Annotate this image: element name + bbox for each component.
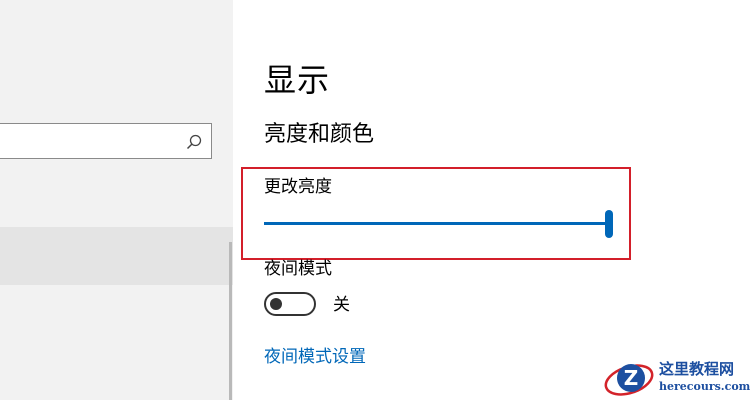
slider-fill — [264, 222, 609, 225]
night-light-settings-link[interactable]: 夜间模式设置 — [264, 345, 366, 369]
page-title: 显示 — [264, 61, 331, 99]
night-light-toggle[interactable] — [264, 292, 316, 316]
watermark-logo-icon: Z — [604, 364, 654, 396]
brightness-label: 更改亮度 — [264, 177, 332, 197]
sidebar-item-selected[interactable] — [0, 227, 233, 285]
svg-text:Z: Z — [624, 366, 639, 390]
search-input[interactable] — [7, 129, 171, 155]
toggle-knob — [270, 298, 282, 310]
search-box[interactable] — [0, 123, 212, 159]
toggle-state-text: 关 — [333, 295, 350, 315]
slider-thumb[interactable] — [605, 210, 613, 238]
watermark-subtitle: herecours.com — [659, 380, 750, 393]
sidebar — [0, 0, 233, 400]
section-title: 亮度和颜色 — [264, 122, 375, 147]
scrollbar[interactable] — [229, 242, 232, 400]
search-icon[interactable] — [185, 133, 203, 151]
night-light-label: 夜间模式 — [264, 259, 332, 279]
brightness-slider[interactable] — [264, 210, 614, 240]
watermark-title: 这里教程网 — [659, 360, 735, 378]
watermark: Z 这里教程网 herecours.com — [602, 356, 750, 400]
